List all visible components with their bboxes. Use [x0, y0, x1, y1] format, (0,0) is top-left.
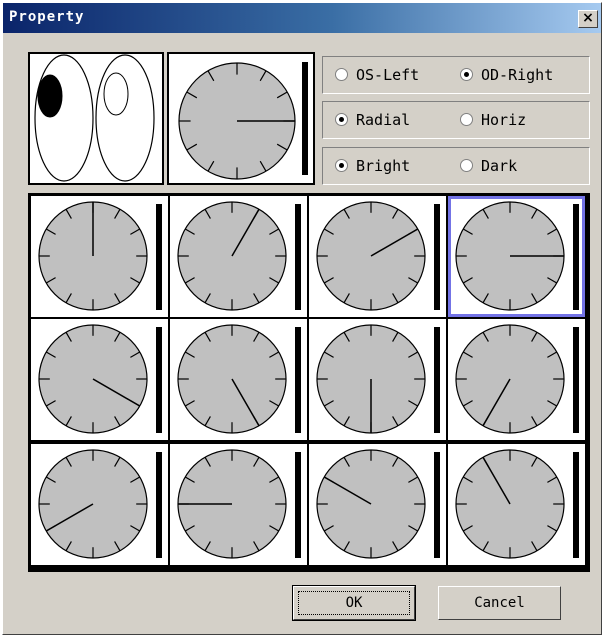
left-eye-blind-spot	[37, 74, 63, 118]
dial-cell[interactable]	[170, 319, 307, 440]
dial-icon	[455, 449, 579, 559]
horiz-label: Horiz	[481, 111, 527, 129]
dial-cell[interactable]	[309, 196, 446, 317]
orientation-radio-group: Radial Horiz	[322, 101, 590, 139]
dial-cell[interactable]	[309, 319, 446, 440]
eyes-icon	[34, 54, 155, 182]
dial-icon	[316, 324, 440, 434]
polarity-radio-group: Bright Dark	[322, 147, 590, 185]
intensity-bar	[434, 452, 440, 558]
intensity-bar	[156, 452, 162, 558]
ok-focus-ring	[298, 591, 410, 615]
os-left-radio-button[interactable]	[335, 68, 348, 81]
right-eye-blind-spot	[103, 72, 129, 116]
intensity-bar	[295, 204, 301, 310]
intensity-bar	[302, 62, 308, 175]
intensity-bar	[434, 204, 440, 310]
intensity-bar	[573, 204, 579, 310]
cancel-label: Cancel	[474, 595, 525, 611]
dial-cell[interactable]	[309, 444, 446, 565]
od-right-label: OD-Right	[481, 66, 554, 84]
dial-icon	[316, 201, 440, 311]
radial-radio-button[interactable]	[335, 113, 348, 126]
close-button[interactable]: ×	[578, 10, 598, 28]
preview-dial	[178, 62, 308, 180]
left-eye-outline	[34, 54, 94, 182]
dial-icon	[316, 449, 440, 559]
dial-cell[interactable]	[31, 319, 168, 440]
intensity-bar	[156, 327, 162, 433]
eye-radio-group: OS-Left OD-Right	[322, 56, 590, 94]
dial-icon	[455, 201, 579, 311]
dial-icon	[38, 324, 162, 434]
radial-label: Radial	[356, 111, 411, 129]
dial-icon	[38, 201, 162, 311]
dial-cell[interactable]	[448, 196, 585, 317]
intensity-bar	[295, 452, 301, 558]
dark-label: Dark	[481, 157, 518, 175]
dial-icon	[177, 449, 301, 559]
preview-panel	[167, 52, 315, 185]
dial-cell[interactable]	[31, 196, 168, 317]
bright-label: Bright	[356, 157, 411, 175]
od-right-radio-button[interactable]	[460, 68, 473, 81]
dial-grid	[28, 193, 590, 572]
dial-cell[interactable]	[448, 319, 585, 440]
dial-icon	[177, 201, 301, 311]
intensity-bar	[573, 327, 579, 433]
cancel-button[interactable]: Cancel	[438, 586, 561, 620]
dial-cell[interactable]	[31, 444, 168, 565]
right-eye-outline	[95, 54, 155, 182]
intensity-bar	[573, 452, 579, 558]
intensity-bar	[295, 327, 301, 433]
dial-icon	[177, 324, 301, 434]
intensity-bar	[434, 327, 440, 433]
dial-icon	[455, 324, 579, 434]
eye-selector-panel[interactable]	[28, 52, 164, 185]
dial-icon	[38, 449, 162, 559]
os-left-label: OS-Left	[356, 66, 420, 84]
horiz-radio-button[interactable]	[460, 113, 473, 126]
window-title: Property	[9, 9, 85, 25]
dark-radio-button[interactable]	[460, 159, 473, 172]
dial-cell[interactable]	[448, 444, 585, 565]
dial-cell[interactable]	[170, 196, 307, 317]
ok-button[interactable]: OK	[292, 585, 416, 621]
title-bar[interactable]: Property ×	[3, 3, 601, 33]
bright-radio-button[interactable]	[335, 159, 348, 172]
dial-cell[interactable]	[170, 444, 307, 565]
intensity-bar	[156, 204, 162, 310]
